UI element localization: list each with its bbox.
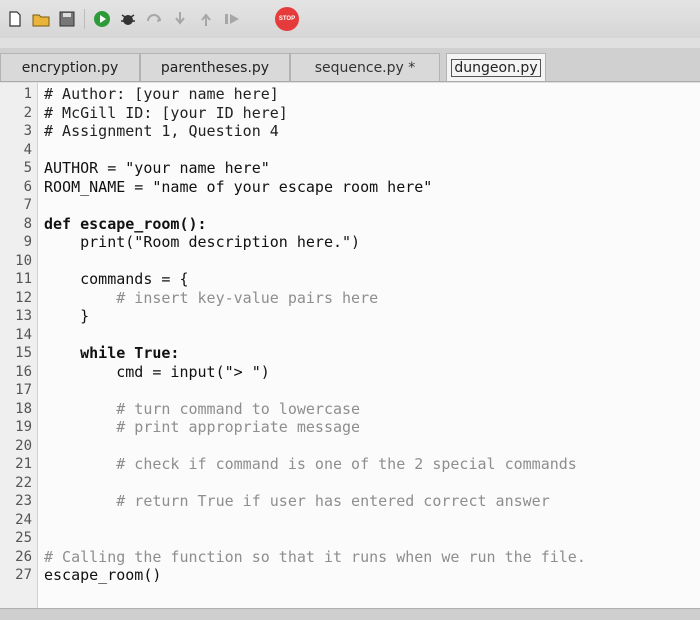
code-text: while True:	[44, 344, 180, 362]
line-number: 2	[23, 104, 32, 121]
save-icon[interactable]	[58, 10, 76, 28]
code-text: # insert key-value pairs here	[44, 288, 379, 307]
line-number: 9	[23, 234, 32, 250]
code-text: # check if command is one of the 2 speci…	[44, 455, 577, 473]
code-line[interactable]: 14	[0, 326, 700, 344]
code-text: # Assignment 1, Question 4	[44, 122, 279, 140]
stop-label: STOP	[278, 16, 296, 22]
line-number: 23	[15, 493, 32, 509]
code-line[interactable]: 5 AUTHOR = "your name here"	[0, 159, 700, 177]
line-number: 4	[23, 141, 32, 158]
code-line[interactable]: 10	[0, 252, 700, 270]
code-text: ROOM_NAME = "name of your escape room he…	[44, 177, 433, 196]
code-text: }	[44, 307, 90, 325]
code-text: # Author: [your name here]	[44, 85, 279, 103]
tab-encryption[interactable]: encryption.py	[0, 53, 140, 81]
open-folder-icon[interactable]	[32, 10, 50, 28]
debug-icon[interactable]	[119, 10, 137, 28]
line-number: 5	[23, 160, 32, 176]
code-line[interactable]: 22	[0, 474, 700, 492]
status-bar	[0, 608, 700, 620]
tab-label: sequence.py *	[314, 59, 416, 76]
line-number: 1	[23, 86, 32, 102]
code-line[interactable]: 27 escape_room()	[0, 566, 700, 584]
line-number: 22	[15, 474, 32, 491]
editor-tab-bar: encryption.py parentheses.py sequence.py…	[0, 48, 700, 82]
code-line[interactable]: 24	[0, 511, 700, 529]
code-line[interactable]: 26 # Calling the function so that it runs…	[0, 548, 700, 566]
line-number: 25	[15, 530, 32, 546]
toolbar-separator	[84, 9, 85, 29]
new-file-icon[interactable]	[6, 10, 24, 28]
line-number: 6	[23, 178, 32, 195]
code-text: # print appropriate message	[44, 418, 361, 436]
code-line[interactable]: 23 # return True if user has entered cor…	[0, 492, 700, 510]
code-text: print("Room description here.")	[44, 233, 361, 251]
tab-parentheses[interactable]: parentheses.py	[140, 53, 290, 81]
code-line[interactable]: 3 # Assignment 1, Question 4	[0, 122, 700, 140]
step-over-icon[interactable]	[145, 10, 163, 28]
code-text: # return True if user has entered correc…	[44, 492, 550, 510]
tab-label: dungeon.py	[451, 58, 541, 77]
line-number: 10	[15, 252, 32, 269]
line-number: 19	[15, 419, 32, 435]
line-number: 16	[15, 363, 32, 380]
line-number: 15	[15, 345, 32, 361]
line-number: 17	[15, 382, 32, 398]
code-line[interactable]: 21 # check if command is one of the 2 sp…	[0, 455, 700, 473]
code-text: # McGill ID: [your ID here]	[44, 103, 288, 122]
line-number: 27	[15, 567, 32, 583]
line-number: 8	[23, 215, 32, 232]
code-text: def escape_room():	[44, 214, 207, 233]
code-line[interactable]: 11 commands = {	[0, 270, 700, 288]
code-text: escape_room()	[44, 566, 162, 584]
code-line[interactable]: 4	[0, 141, 700, 159]
code-text: AUTHOR = "your name here"	[44, 159, 270, 177]
code-line[interactable]: 1 # Author: [your name here]	[0, 85, 700, 103]
line-number: 3	[23, 123, 32, 139]
tab-label: encryption.py	[21, 59, 119, 76]
code-line[interactable]: 7	[0, 196, 700, 214]
run-icon[interactable]	[93, 10, 111, 28]
code-text: # turn command to lowercase	[44, 399, 361, 418]
tab-label: parentheses.py	[160, 59, 270, 76]
code-text: cmd = input("> ")	[44, 362, 270, 381]
code-line[interactable]: 2 # McGill ID: [your ID here]	[0, 104, 700, 122]
code-line[interactable]: 25	[0, 529, 700, 547]
code-line[interactable]: 16 cmd = input("> ")	[0, 363, 700, 381]
tab-sequence[interactable]: sequence.py *	[290, 53, 440, 81]
line-number: 11	[15, 271, 32, 287]
code-line[interactable]: 19 # print appropriate message	[0, 418, 700, 436]
code-line[interactable]: 9 print("Room description here.")	[0, 233, 700, 251]
step-into-icon[interactable]	[171, 10, 189, 28]
code-line[interactable]: 8 def escape_room():	[0, 215, 700, 233]
line-number: 12	[15, 289, 32, 306]
code-text: # Calling the function so that it runs w…	[44, 547, 586, 566]
code-line[interactable]: 15 while True:	[0, 344, 700, 362]
line-number: 26	[15, 548, 32, 565]
code-line[interactable]: 18 # turn command to lowercase	[0, 400, 700, 418]
code-line[interactable]: 13 }	[0, 307, 700, 325]
code-editor[interactable]: 1 # Author: [your name here] 2 # McGill ID:…	[0, 83, 700, 620]
line-number: 21	[15, 456, 32, 472]
code-line[interactable]: 12 # insert key-value pairs here	[0, 289, 700, 307]
resume-icon[interactable]	[223, 10, 241, 28]
toolbar: STOP	[0, 0, 700, 38]
code-text: commands = {	[44, 270, 189, 288]
line-number: 20	[15, 437, 32, 454]
tab-dungeon[interactable]: dungeon.py	[446, 53, 546, 81]
line-number: 18	[15, 400, 32, 417]
code-line[interactable]: 20	[0, 437, 700, 455]
line-number: 14	[15, 326, 32, 343]
code-line[interactable]: 6 ROOM_NAME = "name of your escape room h…	[0, 178, 700, 196]
line-number: 13	[15, 308, 32, 324]
line-number: 24	[15, 511, 32, 528]
step-out-icon[interactable]	[197, 10, 215, 28]
code-line[interactable]: 17	[0, 381, 700, 399]
stop-icon[interactable]: STOP	[275, 7, 299, 31]
line-number: 7	[23, 197, 32, 213]
